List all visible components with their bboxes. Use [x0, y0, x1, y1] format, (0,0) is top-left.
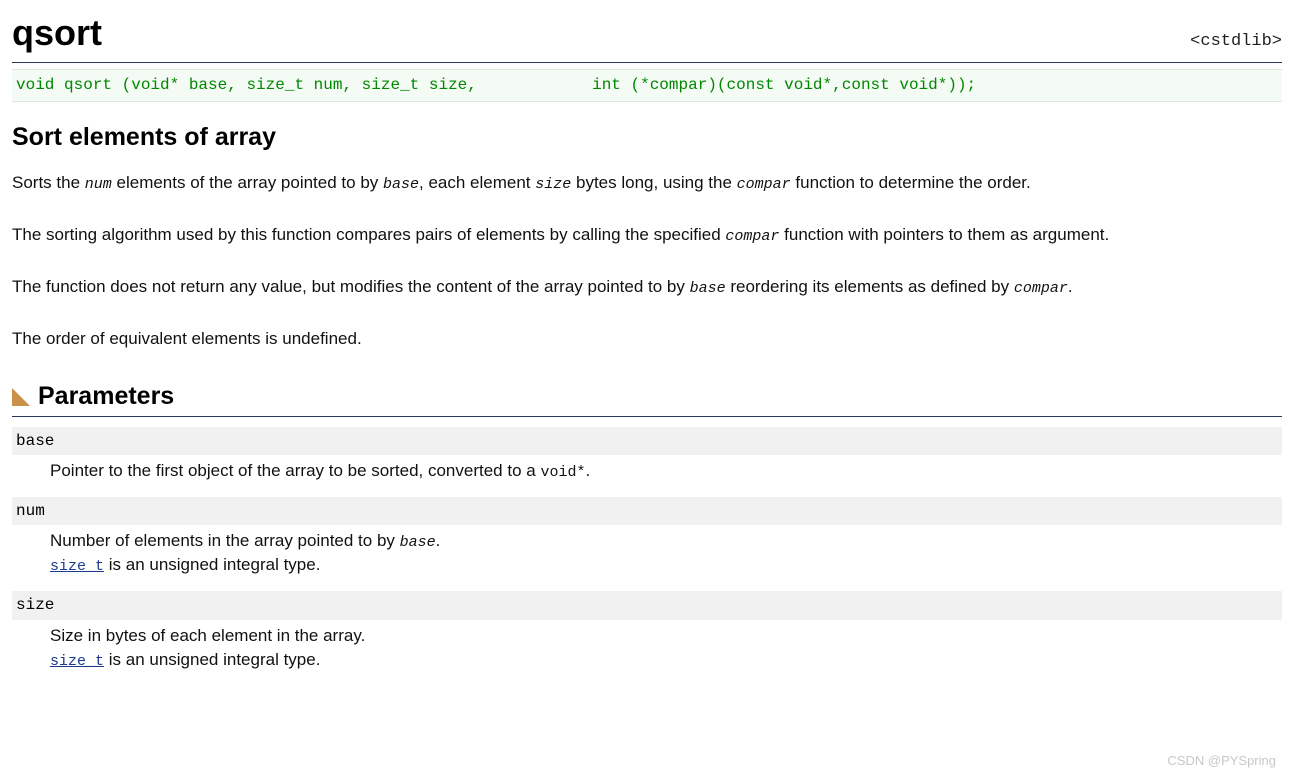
function-signature: void qsort (void* base, size_t num, size…: [12, 69, 1282, 101]
ruler-icon: [12, 388, 30, 406]
desc-paragraph-1: Sorts the num elements of the array poin…: [12, 171, 1282, 195]
param-entry-size: size Size in bytes of each element in th…: [12, 591, 1282, 671]
param-term: size: [12, 591, 1282, 619]
header-include: <cstdlib>: [1190, 30, 1282, 54]
page-header: qsort <cstdlib>: [12, 8, 1282, 63]
param-ref-compar: compar: [725, 228, 779, 245]
param-entry-num: num Number of elements in the array poin…: [12, 497, 1282, 577]
param-ref-compar: compar: [1014, 280, 1068, 297]
param-definition: Pointer to the first object of the array…: [50, 459, 1282, 483]
desc-paragraph-4: The order of equivalent elements is unde…: [12, 327, 1282, 351]
parameters-heading-row: Parameters: [12, 379, 1282, 417]
param-entry-base: base Pointer to the first object of the …: [12, 427, 1282, 483]
param-ref-size: size: [535, 176, 571, 193]
param-definition: Number of elements in the array pointed …: [50, 529, 1282, 577]
page-title: qsort: [12, 8, 102, 58]
size-t-link[interactable]: size_t: [50, 558, 104, 575]
param-term: num: [12, 497, 1282, 525]
watermark: CSDN @PYSpring: [1167, 752, 1276, 770]
desc-paragraph-2: The sorting algorithm used by this funct…: [12, 223, 1282, 247]
param-ref-base: base: [690, 280, 726, 297]
description-block: Sorts the num elements of the array poin…: [12, 171, 1282, 351]
param-term: base: [12, 427, 1282, 455]
param-ref-base: base: [383, 176, 419, 193]
param-definition: Size in bytes of each element in the arr…: [50, 624, 1282, 672]
code-void-pointer: void*: [540, 464, 585, 481]
desc-paragraph-3: The function does not return any value, …: [12, 275, 1282, 299]
param-ref-compar: compar: [737, 176, 791, 193]
subtitle: Sort elements of array: [12, 120, 1282, 155]
parameters-heading: Parameters: [38, 379, 174, 414]
param-ref-num: num: [85, 176, 112, 193]
param-ref-base: base: [400, 534, 436, 551]
size-t-link[interactable]: size_t: [50, 653, 104, 670]
